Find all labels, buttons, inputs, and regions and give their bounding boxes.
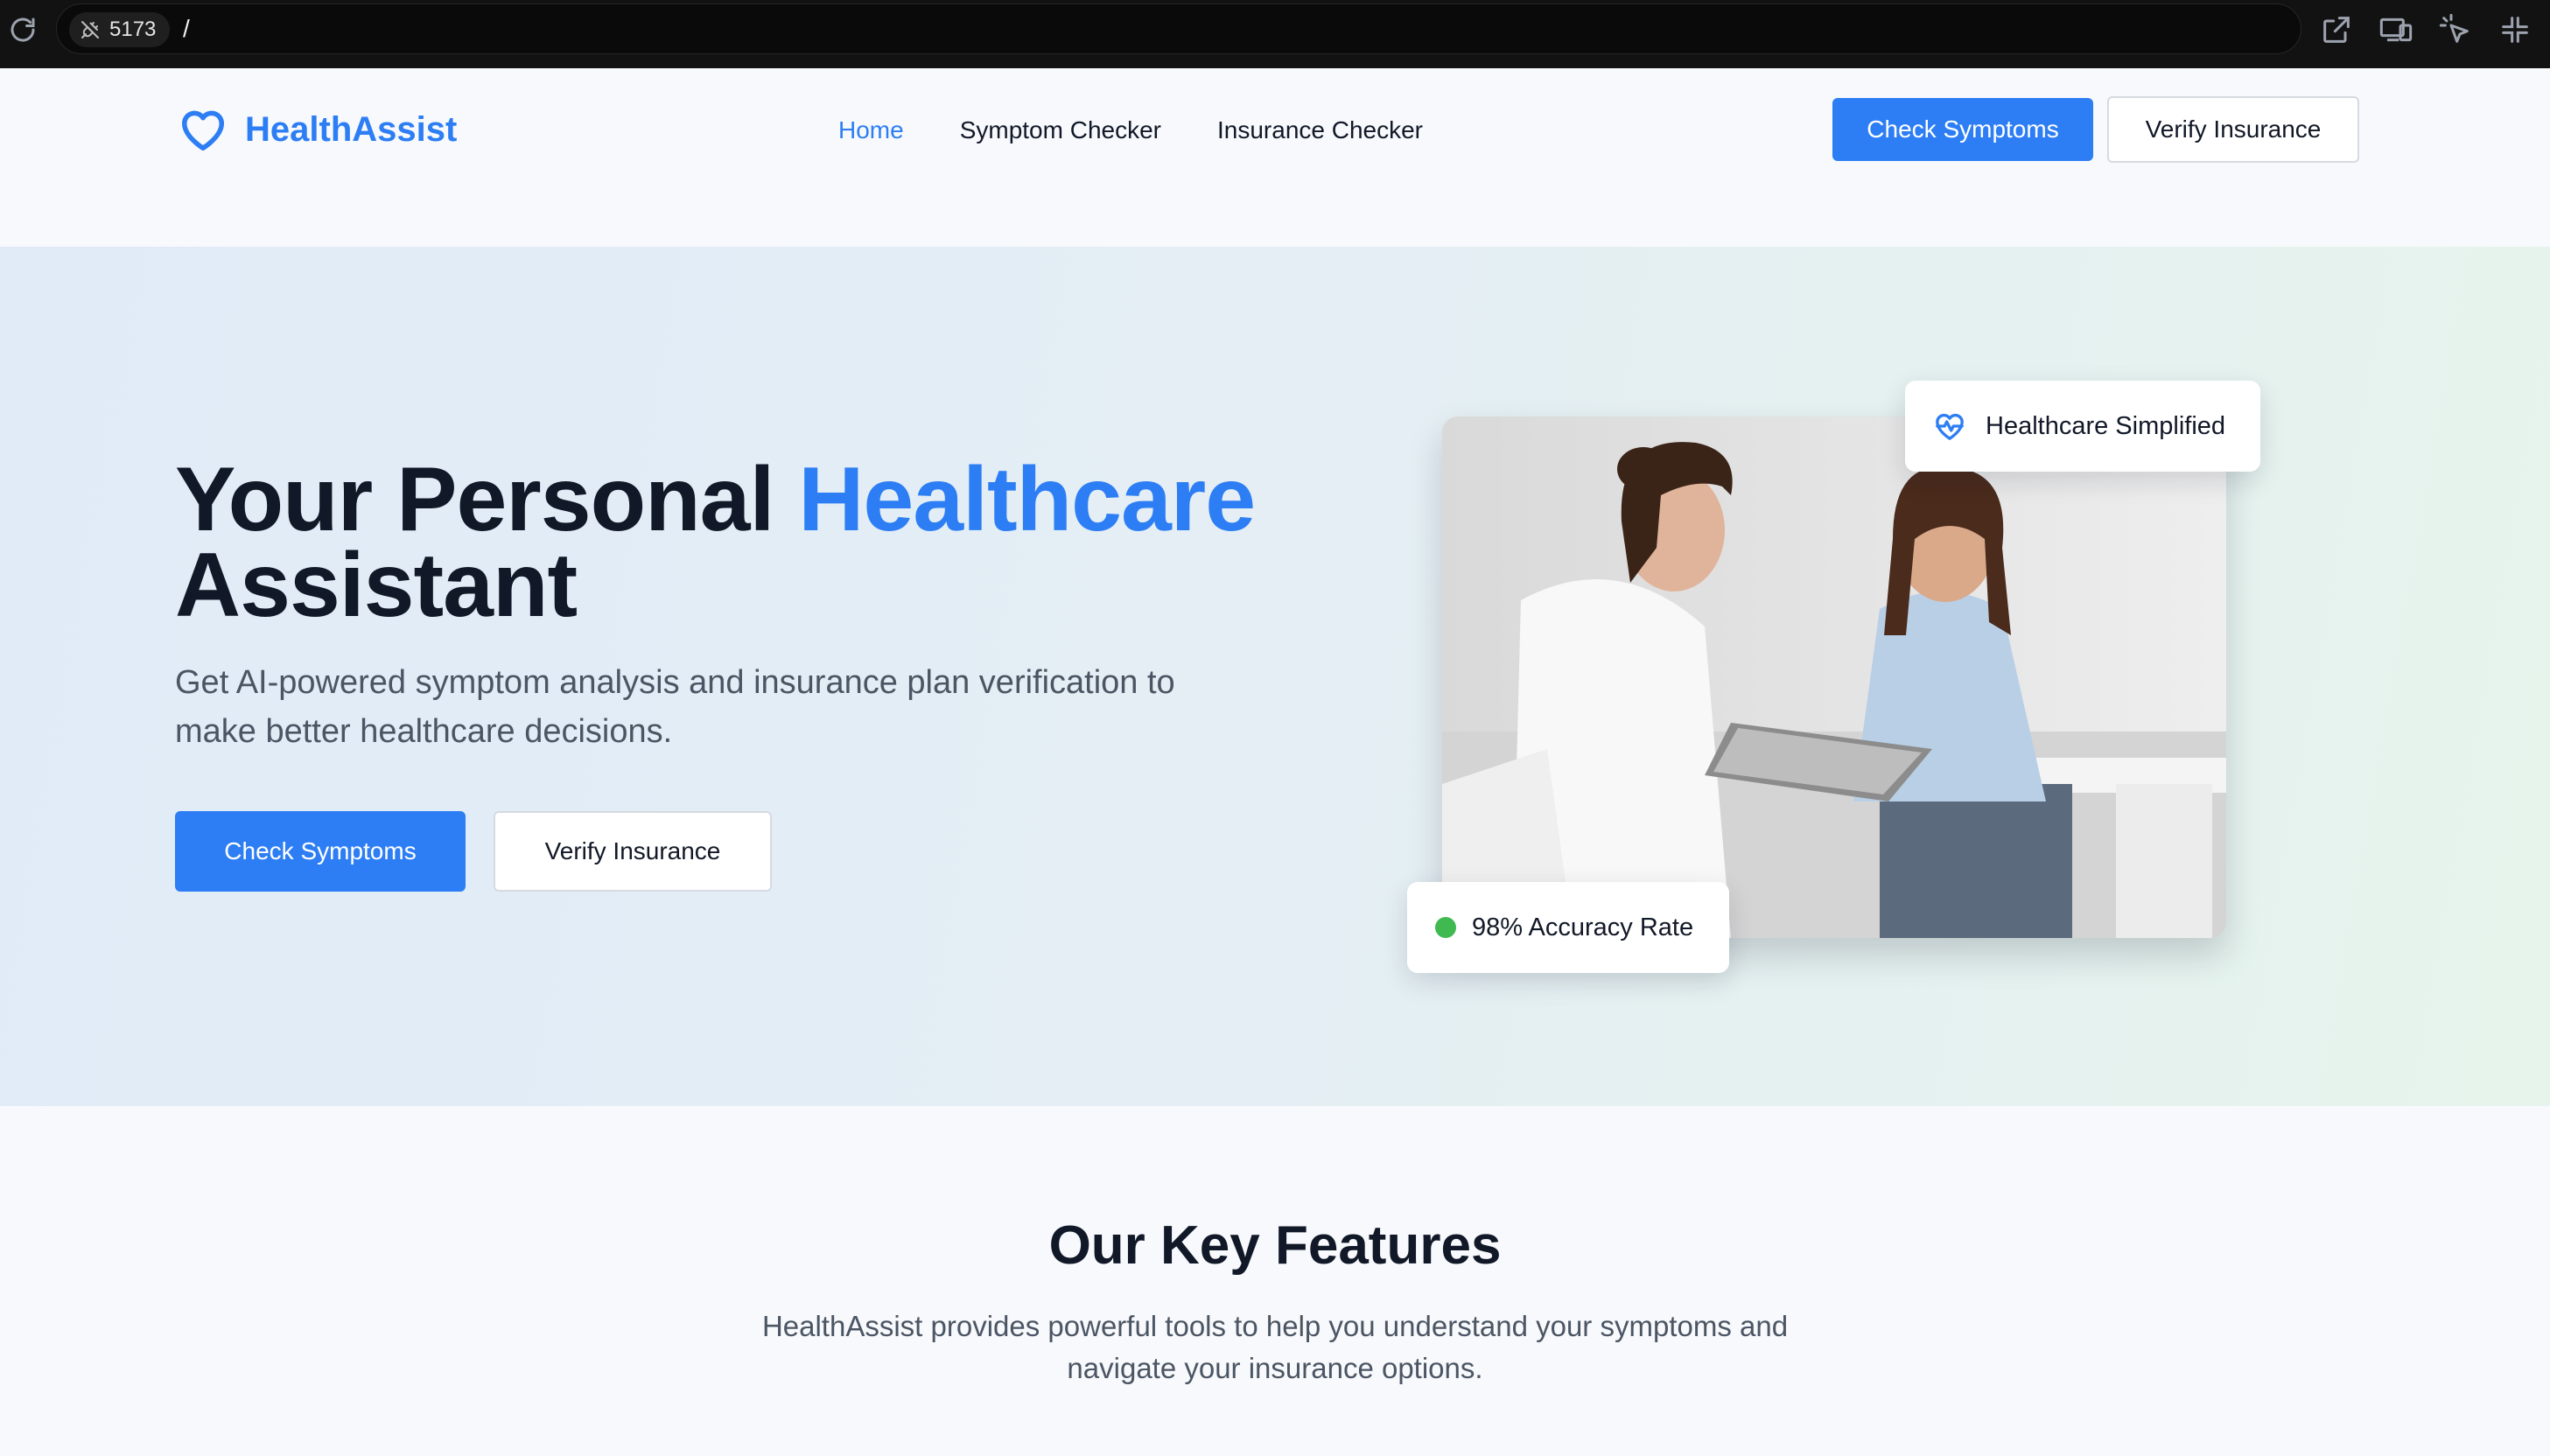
browser-toolbar: 5173 /: [0, 0, 2550, 68]
responsive-devices-icon[interactable]: [2378, 12, 2413, 47]
hero-title-part2: Assistant: [175, 535, 578, 636]
nav-link-symptom-checker[interactable]: Symptom Checker: [960, 116, 1161, 144]
nav-verify-insurance-button[interactable]: Verify Insurance: [2107, 96, 2359, 163]
features-section: Our Key Features HealthAssist provides p…: [0, 1106, 2550, 1456]
element-picker-icon[interactable]: [2438, 12, 2473, 47]
address-bar[interactable]: 5173 /: [56, 4, 2301, 54]
heart-icon: [182, 110, 224, 150]
hero-check-symptoms-button[interactable]: Check Symptoms: [175, 811, 466, 892]
reload-icon[interactable]: [7, 14, 39, 46]
badge-top-label: Healthcare Simplified: [1986, 411, 2226, 440]
nav-check-symptoms-button[interactable]: Check Symptoms: [1832, 98, 2093, 161]
status-dot-icon: [1435, 917, 1456, 938]
accuracy-rate-badge: 98% Accuracy Rate: [1407, 882, 1729, 973]
heart-pulse-icon: [1936, 413, 1964, 440]
hero-section: Your Personal Healthcare Assistant Get A…: [0, 247, 2550, 1106]
healthcare-simplified-badge: Healthcare Simplified: [1905, 381, 2260, 472]
nav-link-insurance-checker[interactable]: Insurance Checker: [1217, 116, 1423, 144]
hero-actions: Check Symptoms Verify Insurance: [175, 811, 772, 892]
hero-photo: [1442, 416, 2226, 938]
plug-icon: [81, 21, 99, 38]
open-external-icon[interactable]: [2319, 12, 2354, 47]
hero-subtitle: Get AI-powered symptom analysis and insu…: [175, 664, 1175, 750]
hero-title-accent: Healthcare: [798, 449, 1256, 550]
badge-bottom-label: 98% Accuracy Rate: [1472, 913, 1694, 942]
features-title: Our Key Features: [1048, 1215, 1502, 1276]
port-pill[interactable]: 5173: [69, 12, 171, 47]
hero-title: Your Personal Healthcare Assistant: [175, 454, 1256, 631]
collapse-icon[interactable]: [2497, 12, 2532, 47]
brand-name: HealthAssist: [245, 109, 458, 149]
url-path: /: [183, 15, 190, 42]
port-label: 5173: [109, 18, 157, 41]
doctor-patient-illustration: [1442, 416, 2226, 938]
nav-actions: Check Symptoms Verify Insurance: [1832, 96, 2359, 163]
nav-link-home[interactable]: Home: [838, 116, 904, 144]
nav-links: Home Symptom Checker Insurance Checker: [838, 116, 1423, 144]
top-navigation: HealthAssist Home Symptom Checker Insura…: [0, 68, 2550, 247]
features-subtitle: HealthAssist provides powerful tools to …: [761, 1310, 1789, 1384]
brand-logo[interactable]: HealthAssist: [175, 103, 457, 156]
hero-verify-insurance-button[interactable]: Verify Insurance: [494, 811, 772, 892]
